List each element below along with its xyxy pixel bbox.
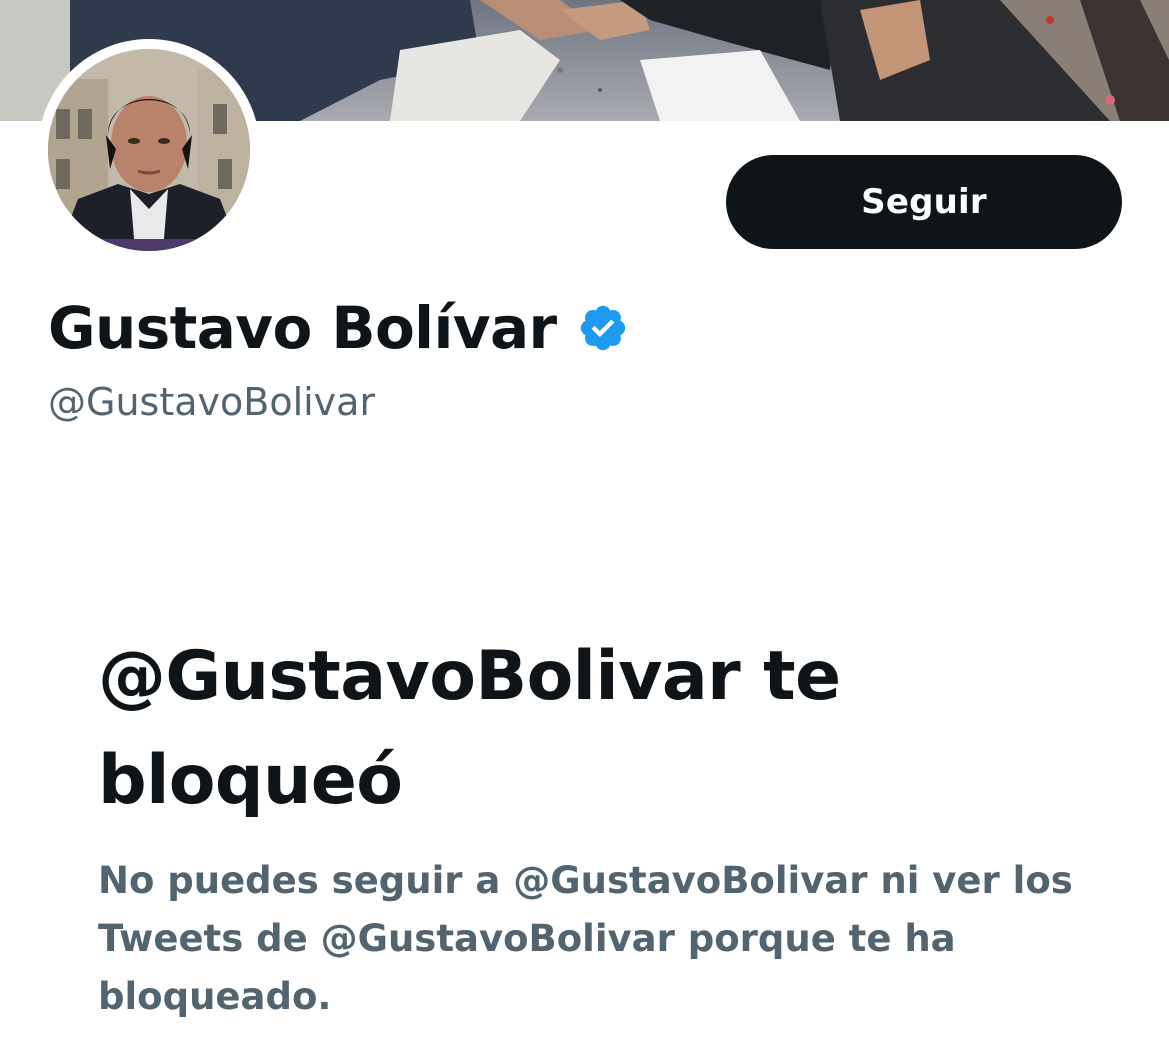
blocked-description: No puedes seguir a @GustavoBolivar ni ve… — [98, 859, 1073, 1018]
avatar[interactable] — [48, 49, 250, 251]
blocked-title: @GustavoBolivar te bloqueó — [98, 637, 841, 820]
follow-button-label: Seguir — [861, 182, 987, 222]
follow-button[interactable]: Seguir — [726, 155, 1122, 249]
profile-handle: @GustavoBolivar — [48, 380, 376, 424]
profile-name-row: Gustavo Bolívar — [48, 290, 629, 365]
display-name: Gustavo Bolívar — [48, 293, 557, 362]
verified-badge-icon[interactable] — [577, 302, 629, 354]
